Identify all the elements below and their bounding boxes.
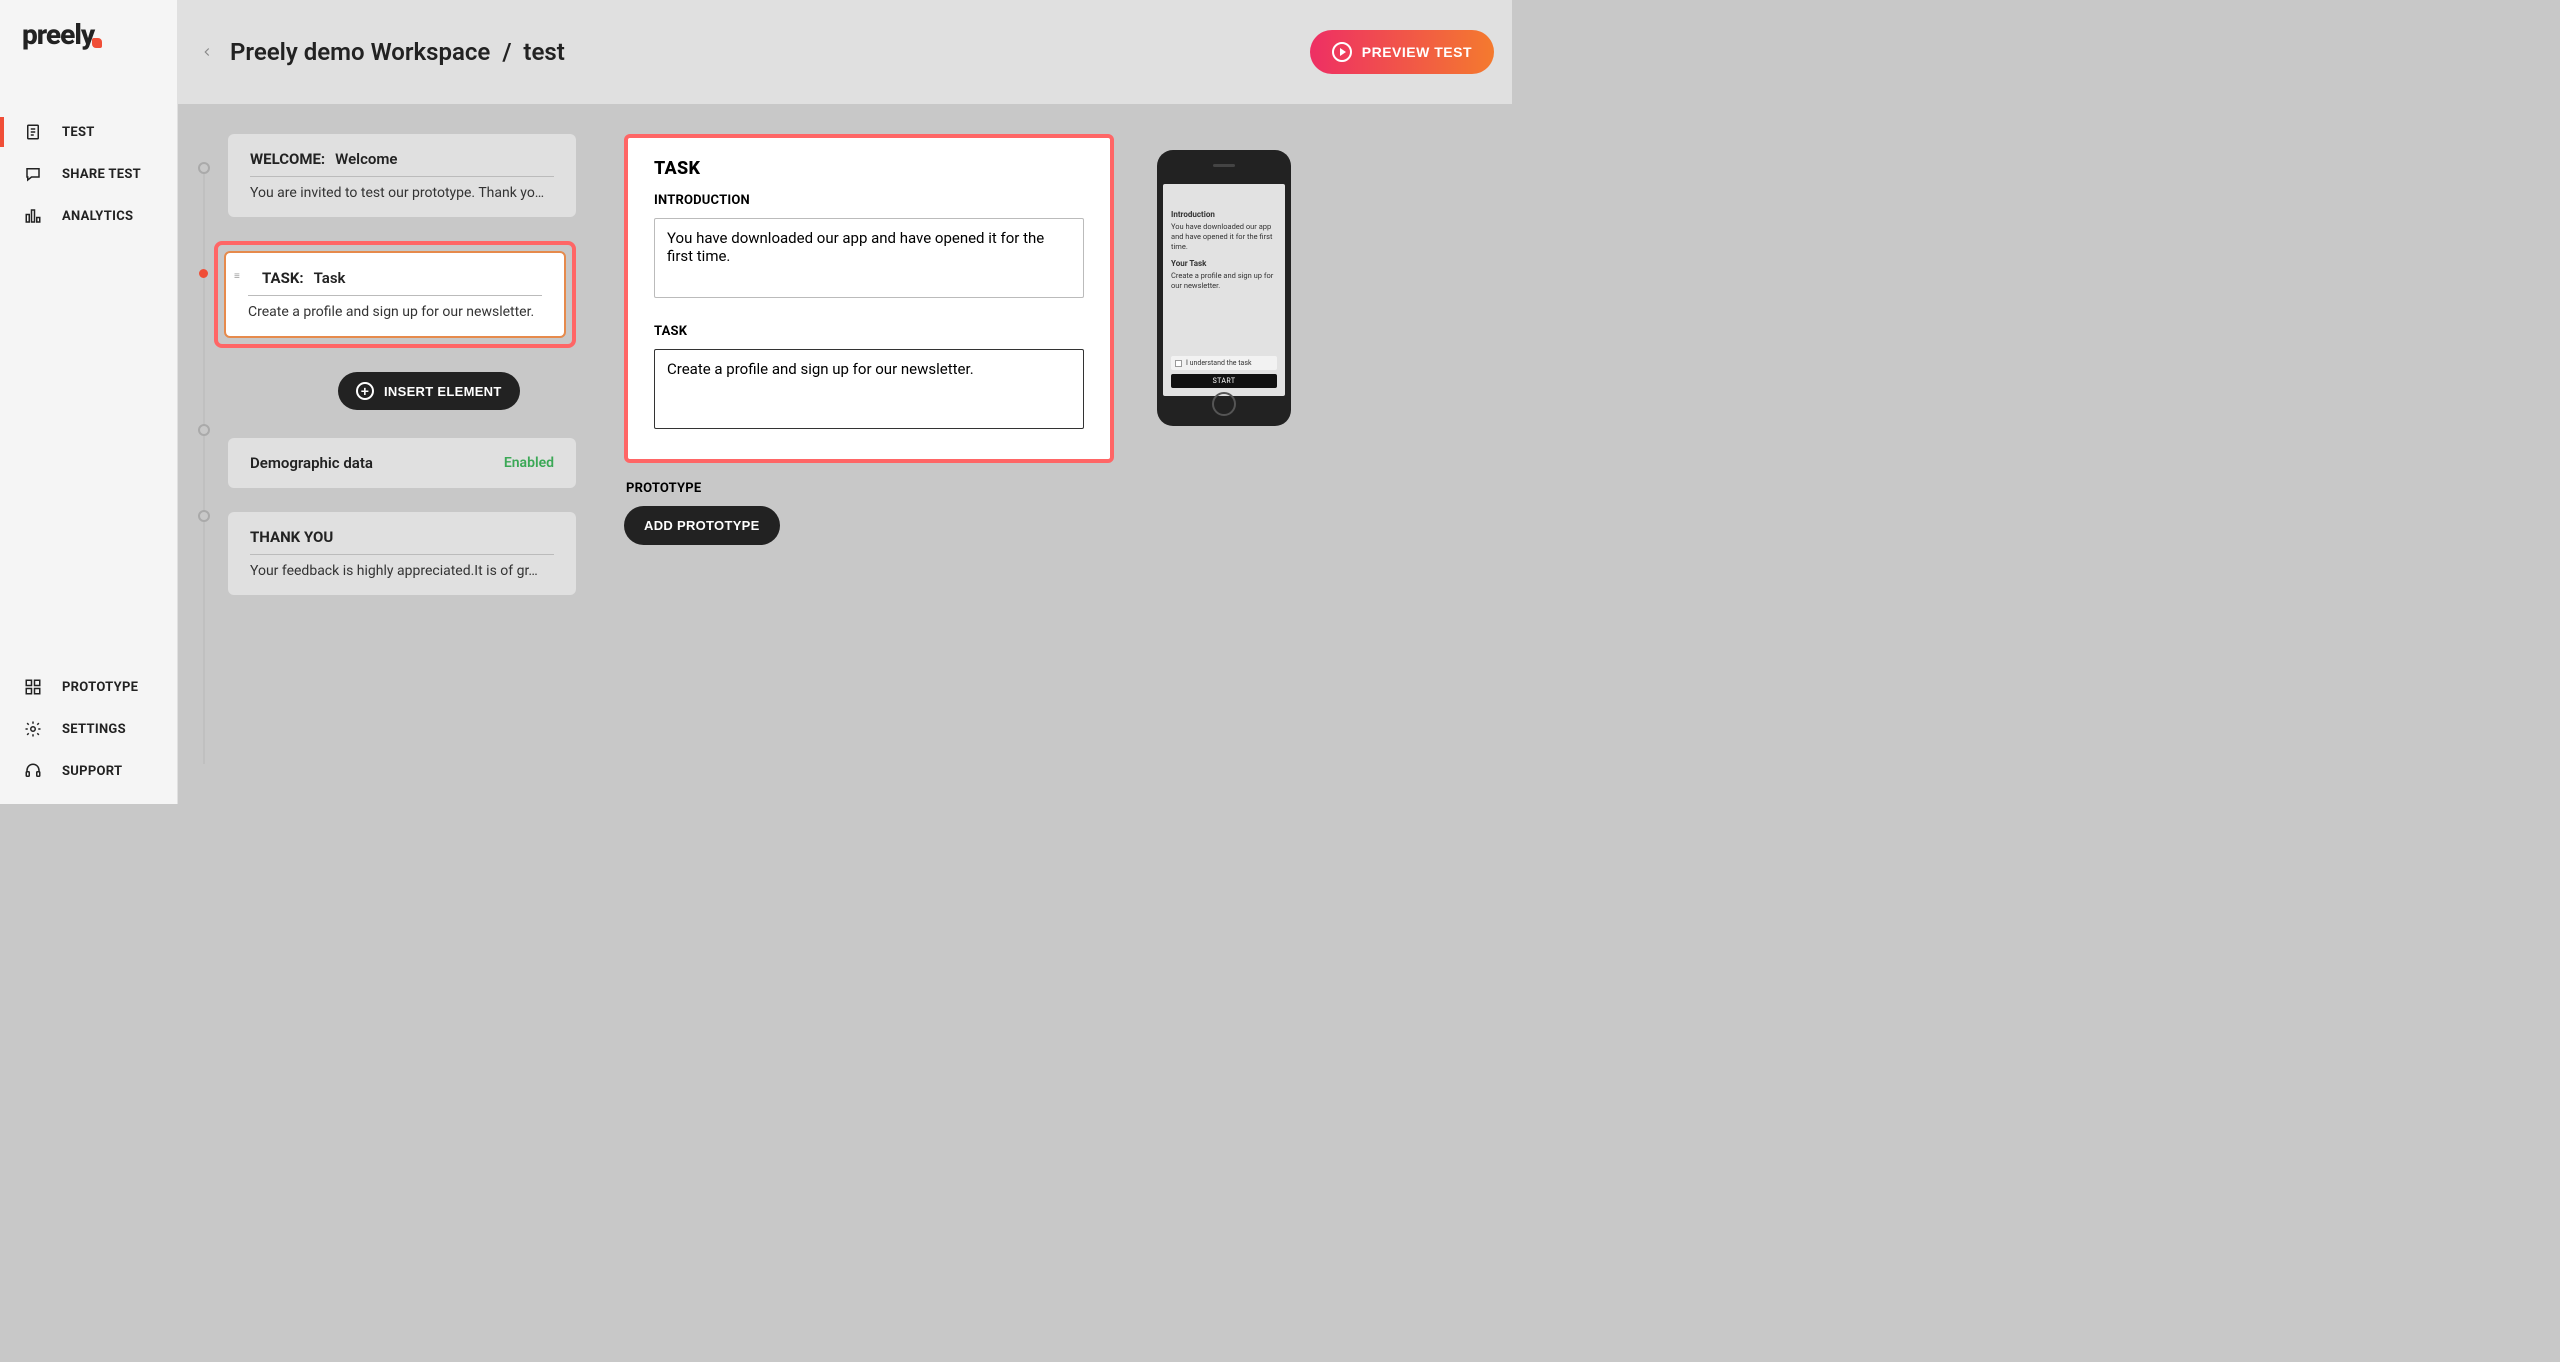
phone-task-text: Create a profile and sign up for our new… bbox=[1171, 271, 1277, 291]
card-name: Welcome bbox=[335, 150, 397, 168]
insert-label: INSERT ELEMENT bbox=[384, 384, 502, 399]
flow-column: WELCOME: Welcome You are invited to test… bbox=[178, 104, 594, 804]
preview-test-button[interactable]: PREVIEW TEST bbox=[1310, 30, 1494, 74]
card-tag: THANK YOU bbox=[250, 528, 333, 546]
card-tag: WELCOME: bbox=[250, 150, 325, 168]
nav-label: SETTINGS bbox=[62, 722, 126, 737]
play-icon bbox=[1332, 42, 1352, 62]
flow-card-task-highlighted: ≡ TASK: Task Create a profile and sign u… bbox=[214, 241, 576, 348]
breadcrumb-sep: / bbox=[502, 38, 511, 66]
prototype-label: PROTOTYPE bbox=[626, 481, 1114, 496]
phone-task-heading: Your Task bbox=[1171, 259, 1277, 268]
nav-item-prototype[interactable]: PROTOTYPE bbox=[0, 666, 177, 708]
header: Preely demo Workspace / test PREVIEW TES… bbox=[178, 0, 1512, 104]
checkbox-icon bbox=[1175, 360, 1182, 367]
document-icon bbox=[24, 123, 42, 141]
phone-intro-text: You have downloaded our app and have ope… bbox=[1171, 222, 1277, 251]
introduction-label: INTRODUCTION bbox=[654, 193, 1084, 208]
nav-item-analytics[interactable]: ANALYTICS bbox=[0, 195, 177, 237]
brand-text: preely bbox=[22, 18, 94, 51]
flow-line bbox=[203, 164, 205, 764]
grid-icon bbox=[24, 678, 42, 696]
flow-dot bbox=[198, 162, 210, 174]
task-label: TASK bbox=[654, 324, 1084, 339]
back-button[interactable] bbox=[196, 41, 218, 63]
nav-item-support[interactable]: SUPPORT bbox=[0, 750, 177, 792]
nav-label: PROTOTYPE bbox=[62, 680, 138, 695]
sidebar: preely TEST SHARE TEST ANALYTICS PR bbox=[0, 0, 178, 804]
nav-item-settings[interactable]: SETTINGS bbox=[0, 708, 177, 750]
breadcrumb-current: test bbox=[523, 38, 564, 66]
chevron-left-icon bbox=[200, 45, 214, 59]
drag-handle-icon[interactable]: ≡ bbox=[234, 273, 240, 281]
nav-top: TEST SHARE TEST ANALYTICS bbox=[0, 111, 177, 237]
task-detail-panel: TASK INTRODUCTION TASK bbox=[624, 134, 1114, 463]
card-body: Create a profile and sign up for our new… bbox=[248, 296, 542, 320]
card-tag: TASK: bbox=[262, 269, 304, 287]
card-name: Task bbox=[314, 269, 346, 287]
main-area: Preely demo Workspace / test PREVIEW TES… bbox=[178, 0, 1512, 804]
flow-card-welcome[interactable]: WELCOME: Welcome You are invited to test… bbox=[228, 134, 576, 217]
introduction-textarea[interactable] bbox=[654, 218, 1084, 298]
phone-preview-column: Introduction You have downloaded our app… bbox=[1114, 134, 1334, 426]
plus-circle-icon: + bbox=[356, 382, 374, 400]
card-name: Demographic data bbox=[250, 454, 373, 472]
flow-card-demographic[interactable]: Demographic data Enabled bbox=[228, 438, 576, 488]
flow-dot bbox=[198, 424, 210, 436]
breadcrumb: Preely demo Workspace / test bbox=[230, 38, 565, 66]
add-prototype-label: ADD PROTOTYPE bbox=[644, 518, 760, 533]
detail-column: TASK INTRODUCTION TASK PROTOTYPE ADD PRO… bbox=[594, 104, 1512, 804]
brand-logo: preely bbox=[0, 0, 177, 69]
phone-understand-checkbox: I understand the task bbox=[1171, 356, 1277, 370]
flow-card-task[interactable]: ≡ TASK: Task Create a profile and sign u… bbox=[224, 251, 566, 338]
content: WELCOME: Welcome You are invited to test… bbox=[178, 104, 1512, 804]
nav-item-test[interactable]: TEST bbox=[0, 111, 177, 153]
phone-start-button: START bbox=[1171, 374, 1277, 388]
nav-bottom: PROTOTYPE SETTINGS SUPPORT bbox=[0, 666, 177, 792]
analytics-icon bbox=[24, 207, 42, 225]
card-body: Your feedback is highly appreciated.It i… bbox=[250, 555, 554, 579]
breadcrumb-workspace[interactable]: Preely demo Workspace bbox=[230, 38, 490, 66]
detail-heading: TASK bbox=[654, 158, 1084, 179]
status-badge: Enabled bbox=[504, 455, 554, 471]
phone-frame: Introduction You have downloaded our app… bbox=[1157, 150, 1291, 426]
brand-dot-icon bbox=[92, 38, 102, 48]
phone-screen: Introduction You have downloaded our app… bbox=[1163, 184, 1285, 396]
flow-card-thank-you[interactable]: THANK YOU Your feedback is highly apprec… bbox=[228, 512, 576, 595]
card-body: You are invited to test our prototype. T… bbox=[250, 177, 554, 201]
nav-label: TEST bbox=[62, 125, 95, 140]
nav-label: SUPPORT bbox=[62, 764, 122, 779]
task-textarea[interactable] bbox=[654, 349, 1084, 429]
phone-check-label: I understand the task bbox=[1186, 359, 1252, 367]
preview-label: PREVIEW TEST bbox=[1362, 44, 1472, 60]
flow-dot-active bbox=[199, 269, 208, 278]
nav-label: SHARE TEST bbox=[62, 167, 141, 182]
add-prototype-button[interactable]: ADD PROTOTYPE bbox=[624, 506, 780, 545]
gear-icon bbox=[24, 720, 42, 738]
nav-label: ANALYTICS bbox=[62, 209, 133, 224]
chat-icon bbox=[24, 165, 42, 183]
insert-element-button[interactable]: + INSERT ELEMENT bbox=[338, 372, 520, 410]
phone-intro-heading: Introduction bbox=[1171, 210, 1277, 219]
flow-dot bbox=[198, 510, 210, 522]
nav-item-share-test[interactable]: SHARE TEST bbox=[0, 153, 177, 195]
headset-icon bbox=[24, 762, 42, 780]
